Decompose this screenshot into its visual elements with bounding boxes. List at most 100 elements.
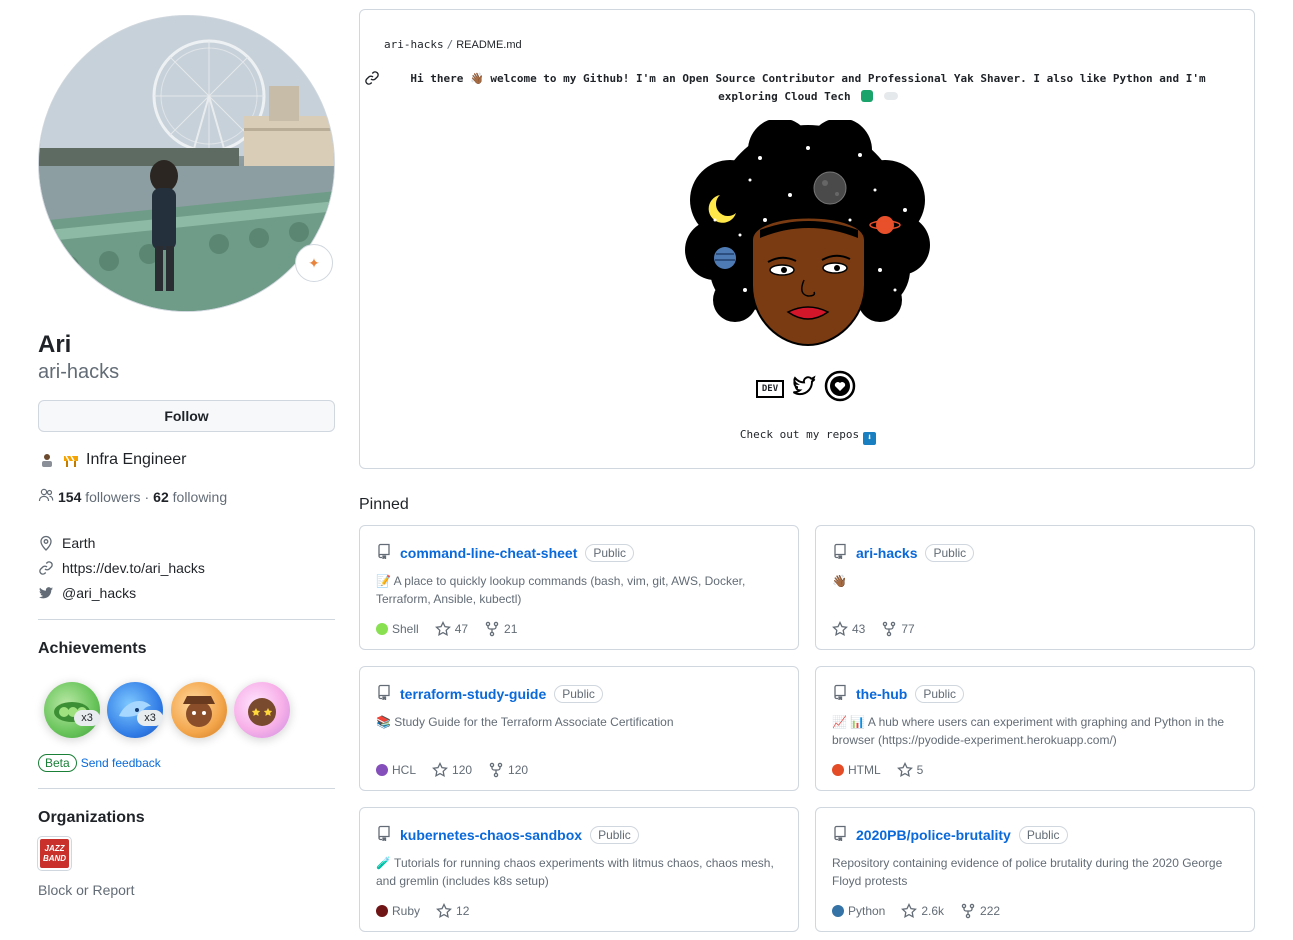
fork-count: 222 bbox=[980, 904, 1001, 918]
achievement-count: x3 bbox=[137, 710, 163, 726]
cloud-icon bbox=[883, 92, 898, 100]
achievement-yolo[interactable] bbox=[171, 682, 227, 738]
fork-icon bbox=[485, 621, 499, 637]
star-icon bbox=[434, 621, 451, 637]
achievement-count: x3 bbox=[74, 710, 100, 726]
repo-stars-link[interactable]: 5 bbox=[896, 762, 924, 778]
language-color-dot bbox=[832, 905, 844, 917]
send-feedback-link[interactable]: Send feedback bbox=[81, 756, 161, 770]
website-item[interactable]: https://dev.to/ari_hacks bbox=[38, 555, 335, 580]
language-label: HCL bbox=[392, 763, 417, 777]
pinned-title: Pinned bbox=[359, 496, 409, 513]
repo-stars-link[interactable]: 12 bbox=[436, 903, 469, 919]
language-label: HTML bbox=[848, 763, 881, 777]
star-count: 12 bbox=[456, 904, 470, 918]
repo-icon bbox=[376, 825, 392, 846]
org-logo-line: BAND bbox=[42, 853, 67, 863]
location-item: Earth bbox=[38, 530, 335, 555]
org-logo-line: JAZZ bbox=[44, 843, 65, 853]
avatar-wrapper: ✦ bbox=[38, 15, 335, 312]
block-or-report-link[interactable]: Block or Report bbox=[38, 882, 335, 898]
repo-icon bbox=[832, 684, 848, 705]
repo-stars-link[interactable]: 120 bbox=[432, 762, 472, 778]
readme-file-name[interactable]: README.md bbox=[456, 39, 521, 51]
profile-details: Earth https://dev.to/ari_hacks @ari_hack… bbox=[38, 530, 335, 605]
following-label: following bbox=[172, 488, 228, 505]
readme-breadcrumb: ari-hacks / README.md bbox=[384, 38, 522, 51]
language-label: Shell bbox=[392, 622, 419, 636]
visibility-badge: Public bbox=[925, 544, 975, 562]
followers-count: 154 bbox=[58, 488, 82, 505]
fork-count: 120 bbox=[508, 763, 529, 777]
repo-name-link[interactable]: ari-hacks bbox=[856, 545, 917, 561]
star-count: 5 bbox=[916, 763, 924, 777]
construction-icon bbox=[62, 451, 80, 469]
twitter-handle[interactable]: @ari_hacks bbox=[62, 585, 136, 601]
fork-icon bbox=[489, 762, 503, 778]
language-label: Python bbox=[848, 904, 886, 918]
follow-button[interactable]: Follow bbox=[38, 400, 335, 432]
following-count: 62 bbox=[153, 488, 169, 505]
follow-stats: 154 followers · 62 following bbox=[38, 487, 335, 506]
dev-to-icon[interactable]: DEV bbox=[756, 379, 784, 398]
avatar-photo bbox=[39, 16, 334, 311]
org-jazzband-avatar[interactable]: JAZZ BAND bbox=[38, 837, 71, 870]
people-icon bbox=[38, 487, 54, 506]
fork-icon bbox=[883, 621, 896, 637]
repo-name-link[interactable]: terraform-study-guide bbox=[400, 686, 546, 702]
star-icon bbox=[832, 621, 848, 637]
repo-icon bbox=[376, 684, 392, 705]
fork-count: 21 bbox=[504, 622, 518, 636]
divider bbox=[38, 788, 335, 789]
repo-name-link[interactable]: command-line-cheat-sheet bbox=[400, 545, 577, 561]
repo-description: 📈 📊 A hub where users can experiment wit… bbox=[832, 715, 1225, 747]
following-link[interactable]: 62 following bbox=[153, 489, 227, 505]
repo-icon bbox=[832, 543, 848, 564]
fork-count: 77 bbox=[901, 622, 915, 636]
avatar[interactable] bbox=[38, 15, 335, 312]
star-icon bbox=[432, 762, 448, 778]
repo-forks-link[interactable]: 77 bbox=[881, 621, 915, 637]
repo-name-link[interactable]: the-hub bbox=[856, 686, 907, 702]
divider bbox=[38, 619, 335, 620]
repo-forks-link[interactable]: 120 bbox=[488, 762, 528, 778]
language-color-dot bbox=[376, 623, 388, 635]
pinned-repo-card: terraform-study-guide Public 📚 Study Gui… bbox=[359, 666, 799, 791]
repo-forks-link[interactable]: 21 bbox=[484, 621, 517, 637]
check-repos-label: Check out my repos bbox=[739, 428, 860, 441]
repo-stars-link[interactable]: 43 bbox=[832, 621, 865, 637]
breadcrumb-separator: / bbox=[446, 38, 454, 51]
achievements-title: Achievements bbox=[38, 640, 147, 657]
status-emoji-icon[interactable]: ✦ bbox=[295, 244, 333, 282]
repo-name-link[interactable]: kubernetes-chaos-sandbox bbox=[400, 827, 582, 843]
profile-sidebar: ✦ Ari ari-hacks Follow Infra Engineer 15… bbox=[38, 15, 335, 898]
visibility-badge: Public bbox=[915, 685, 965, 703]
star-count: 120 bbox=[452, 763, 473, 777]
visibility-badge: Public bbox=[1018, 826, 1068, 844]
star-count: 47 bbox=[454, 622, 469, 636]
repo-name-link[interactable]: 2020PB/police-brutality bbox=[856, 827, 1011, 843]
visibility-badge: Public bbox=[554, 685, 603, 703]
website-link[interactable]: https://dev.to/ari_hacks bbox=[62, 560, 205, 576]
profile-readme: ari-hacks / README.md Hi there 👋🏾 welcome … bbox=[359, 9, 1255, 469]
repo-stars-link[interactable]: 47 bbox=[434, 621, 469, 637]
star-count: 2.6k bbox=[921, 904, 945, 918]
pinned-repo-card: ari-hacks Public 👋🏾 43 77 bbox=[815, 525, 1255, 650]
followers-link[interactable]: 154 followers bbox=[58, 489, 141, 505]
check-repos-text: Check out my repos ⬇ bbox=[360, 428, 1256, 445]
profile-name: Ari bbox=[38, 331, 72, 358]
repo-description: 👋🏾 bbox=[832, 574, 847, 588]
heart-circle-icon[interactable] bbox=[824, 370, 856, 407]
repo-forks-link[interactable]: 222 bbox=[960, 903, 1000, 919]
repo-description: 🧪 Tutorials for running chaos experiment… bbox=[376, 856, 774, 888]
repo-icon bbox=[832, 825, 848, 846]
twitter-icon bbox=[38, 585, 54, 601]
twitter-bird-icon[interactable] bbox=[790, 374, 818, 403]
anchor-link-icon[interactable] bbox=[364, 70, 380, 91]
repo-stars-link[interactable]: 2.6k bbox=[901, 903, 944, 919]
readme-owner-link[interactable]: ari-hacks bbox=[384, 38, 444, 51]
achievement-starstruck[interactable] bbox=[234, 682, 290, 738]
twitter-item[interactable]: @ari_hacks bbox=[38, 580, 335, 605]
star-icon bbox=[896, 762, 913, 778]
dot-separator: · bbox=[144, 488, 150, 505]
